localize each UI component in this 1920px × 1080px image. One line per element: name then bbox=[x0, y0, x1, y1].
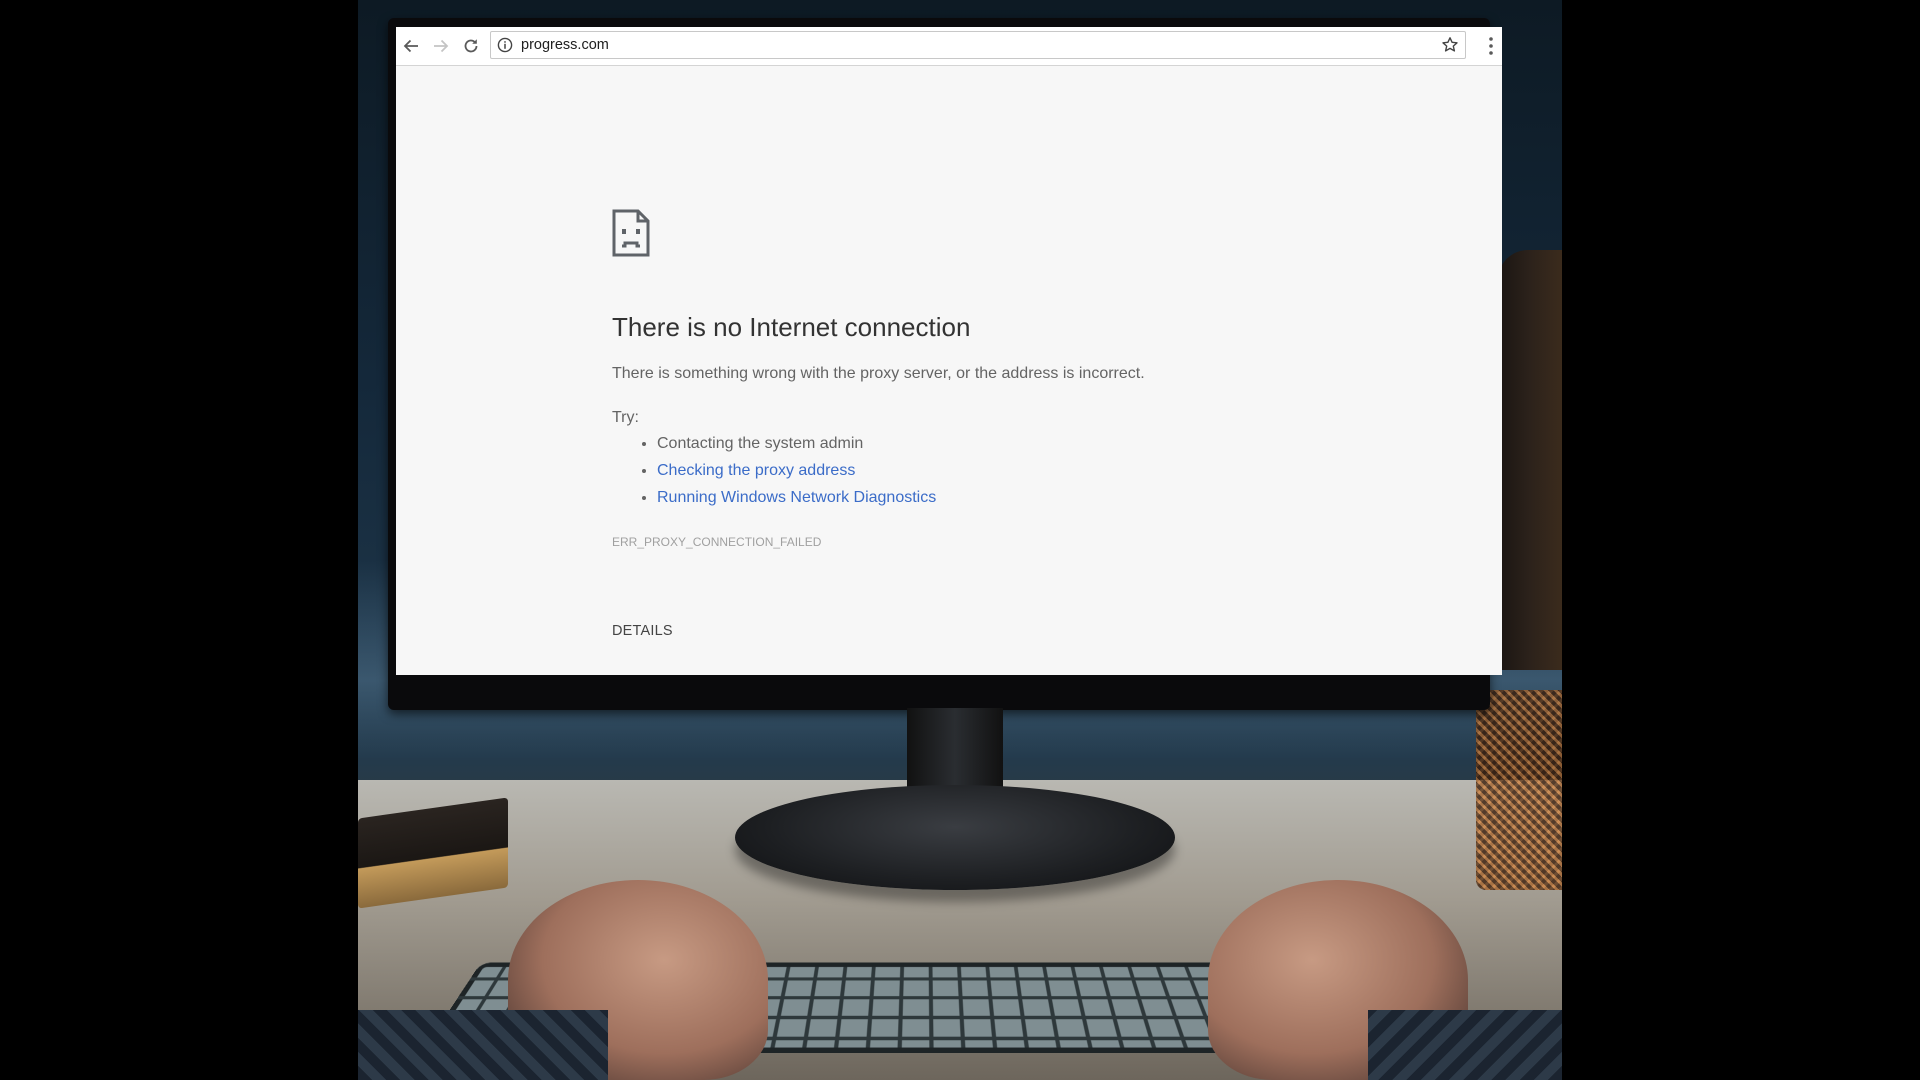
left-sleeve bbox=[358, 1010, 608, 1080]
error-code: ERR_PROXY_CONNECTION_FAILED bbox=[612, 535, 822, 549]
monitor-stand-base bbox=[735, 785, 1175, 890]
desk-lamp bbox=[1498, 250, 1562, 670]
forward-button[interactable] bbox=[428, 33, 454, 59]
address-bar[interactable]: progress.com bbox=[490, 31, 1466, 59]
arrow-left-icon bbox=[403, 39, 418, 53]
suggestion-list: Contacting the system admin Checking the… bbox=[612, 430, 936, 511]
arrow-right-icon bbox=[434, 39, 449, 53]
vertical-dots-icon[interactable] bbox=[1488, 36, 1494, 56]
suggestion-check-proxy-link[interactable]: Checking the proxy address bbox=[657, 457, 936, 484]
browser-toolbar: progress.com bbox=[396, 27, 1502, 66]
error-description: There is something wrong with the proxy … bbox=[612, 365, 1145, 382]
right-sleeve bbox=[1368, 1010, 1562, 1080]
sad-page-icon bbox=[612, 209, 650, 257]
pencil-cup bbox=[1476, 690, 1562, 890]
suggestion-contact-admin: Contacting the system admin bbox=[657, 430, 936, 457]
browser-window: progress.com There is no Internet connec… bbox=[396, 27, 1502, 675]
try-label: Try: bbox=[612, 409, 639, 426]
url-text[interactable]: progress.com bbox=[521, 37, 609, 53]
back-button[interactable] bbox=[398, 33, 424, 59]
details-button[interactable]: DETAILS bbox=[612, 623, 673, 639]
reload-button[interactable] bbox=[458, 33, 484, 59]
star-icon[interactable] bbox=[1441, 36, 1459, 54]
reload-icon bbox=[464, 39, 478, 53]
info-icon[interactable] bbox=[497, 37, 513, 53]
suggestion-network-diagnostics-link[interactable]: Running Windows Network Diagnostics bbox=[657, 484, 936, 511]
error-title: There is no Internet connection bbox=[612, 312, 971, 342]
